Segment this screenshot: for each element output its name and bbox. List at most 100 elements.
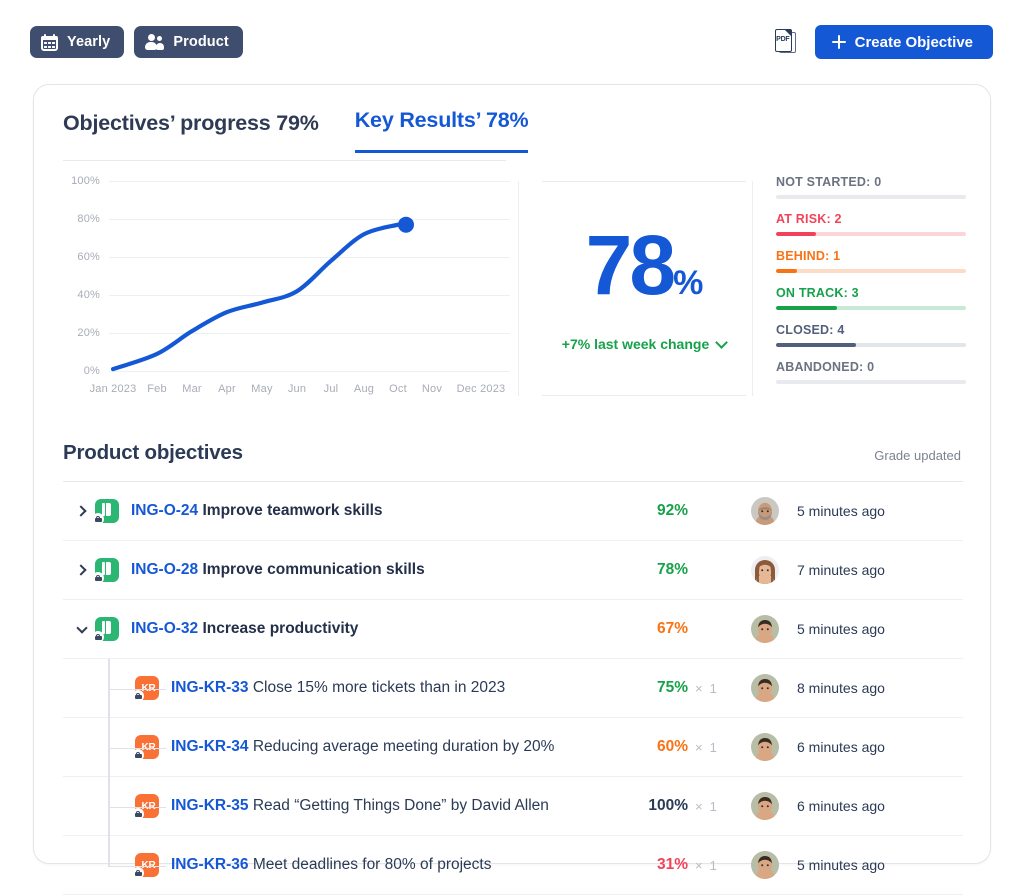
status-label: NOT STARTED: 0 — [776, 175, 882, 189]
lock-icon — [132, 749, 144, 761]
weight-value: 1 — [709, 680, 717, 696]
key-result-key[interactable]: ING-KR-35 — [171, 797, 249, 814]
avatar[interactable] — [751, 851, 779, 879]
lock-icon — [92, 572, 104, 584]
key-result-row[interactable]: KRING-KR-36 Meet deadlines for 80% of pr… — [63, 836, 963, 895]
toolbar-actions: PDF Create Objective — [774, 25, 993, 59]
objective-key[interactable]: ING-O-28 — [131, 561, 198, 578]
filter-period-button[interactable]: Yearly — [30, 26, 125, 58]
chevron-down-icon[interactable] — [69, 600, 95, 658]
lock-icon — [132, 808, 144, 820]
avatar[interactable] — [751, 792, 779, 820]
key-result-key[interactable]: ING-KR-34 — [171, 738, 249, 755]
avatar[interactable] — [751, 497, 779, 525]
status-label: AT RISK: 2 — [776, 212, 842, 226]
x-tick-2: Mar — [182, 383, 202, 395]
x-tick-10: Dec 2023 — [456, 383, 506, 395]
y-tick-20: 20% — [77, 327, 100, 339]
tree-connector-branch — [108, 806, 166, 808]
chevron-right-icon[interactable] — [69, 482, 95, 540]
updated-timestamp: 5 minutes ago — [797, 503, 885, 519]
objective-text: ING-O-32 Increase productivity — [131, 620, 358, 638]
objective-text: ING-O-28 Improve communication skills — [131, 561, 425, 579]
key-result-identity: KRING-KR-36 Meet deadlines for 80% of pr… — [132, 853, 492, 879]
status-row: ABANDONED: 0 — [776, 360, 966, 384]
status-track — [776, 195, 966, 199]
key-result-row[interactable]: KRING-KR-34 Reducing average meeting dur… — [63, 718, 963, 777]
filter-team-button[interactable]: Product — [134, 26, 243, 58]
kpi-change-label: +7% last week change — [561, 336, 710, 352]
avatar[interactable] — [751, 556, 779, 584]
filter-period-label: Yearly — [67, 34, 111, 51]
key-result-title: Meet deadlines for 80% of projects — [252, 856, 492, 873]
kpi-change[interactable]: +7% last week change — [542, 336, 746, 352]
create-objective-label: Create Objective — [854, 33, 973, 51]
objective-title: Improve communication skills — [202, 561, 425, 578]
x-tick-3: Apr — [218, 383, 236, 395]
progress-percent: 75% — [656, 679, 688, 696]
key-result-identity: KRING-KR-35 Read “Getting Things Done” b… — [132, 794, 549, 820]
objective-icon — [92, 617, 119, 643]
objective-icon — [92, 499, 119, 525]
kpi-number: 78 — [585, 218, 676, 312]
progress-percent: 31% — [656, 856, 688, 873]
key-result-text: ING-KR-34 Reducing average meeting durat… — [171, 738, 554, 756]
objective-row[interactable]: ING-O-28 Improve communication skills 78%… — [63, 541, 963, 600]
lock-icon — [92, 631, 104, 643]
kpi-divider-left — [518, 181, 519, 396]
objective-icon — [92, 558, 119, 584]
key-result-key[interactable]: ING-KR-36 — [171, 856, 249, 873]
weight-value: 1 — [709, 798, 717, 814]
tab-key-results[interactable]: Key Results’ 78% — [354, 108, 529, 153]
status-track — [776, 232, 966, 236]
tree-connector-branch — [108, 747, 166, 749]
chart-plot-area: 100% 80% 60% 40% 20% 0% Jan 2023 Feb Mar… — [71, 175, 510, 395]
key-result-key[interactable]: ING-KR-33 — [171, 679, 249, 696]
weight-indicator: × 1 — [695, 680, 717, 696]
key-result-title: Read “Getting Things Done” by David Alle… — [252, 797, 549, 814]
key-result-text: ING-KR-35 Read “Getting Things Done” by … — [171, 797, 549, 815]
updated-timestamp: 5 minutes ago — [797, 621, 885, 637]
x-tick-4: May — [251, 383, 273, 395]
objective-key[interactable]: ING-O-24 — [131, 502, 198, 519]
key-result-text: ING-KR-36 Meet deadlines for 80% of proj… — [171, 856, 492, 874]
status-row: NOT STARTED: 0 — [776, 175, 966, 199]
top-toolbar: Yearly Product PDF Create Objective — [0, 0, 1024, 84]
progress-percent: 78% — [656, 561, 688, 578]
status-row: ON TRACK: 3 — [776, 286, 966, 310]
page-title: Product objectives — [63, 441, 243, 464]
objective-row[interactable]: ING-O-32 Increase productivity 67% 5 minut… — [63, 600, 963, 659]
objective-row[interactable]: ING-O-24 Improve teamwork skills 92% 5 min… — [63, 482, 963, 541]
status-legend: NOT STARTED: 0 AT RISK: 2 BEHIND: 1 ON TRAC… — [776, 175, 966, 384]
updated-timestamp: 6 minutes ago — [797, 798, 885, 814]
updated-timestamp: 6 minutes ago — [797, 739, 885, 755]
create-objective-button[interactable]: Create Objective — [814, 25, 993, 59]
progress-percent: 100% — [648, 797, 688, 814]
status-label: CLOSED: 4 — [776, 323, 845, 337]
key-result-row[interactable]: KRING-KR-35 Read “Getting Things Done” b… — [63, 777, 963, 836]
objective-title: Increase productivity — [202, 620, 359, 637]
y-tick-100: 100% — [71, 175, 100, 187]
tree-connector-branch — [108, 688, 166, 690]
export-pdf-button[interactable]: PDF — [774, 28, 797, 55]
y-tick-80: 80% — [77, 213, 100, 225]
objective-text: ING-O-24 Improve teamwork skills — [131, 502, 383, 520]
key-result-identity: KRING-KR-33 Close 15% more tickets than … — [132, 676, 506, 702]
key-result-title: Close 15% more tickets than in 2023 — [252, 679, 506, 696]
key-result-row[interactable]: KRING-KR-33 Close 15% more tickets than … — [63, 659, 963, 718]
chevron-right-icon[interactable] — [69, 541, 95, 599]
chart-series-line — [110, 216, 414, 372]
status-label: ON TRACK: 3 — [776, 286, 859, 300]
avatar[interactable] — [751, 674, 779, 702]
avatar[interactable] — [751, 733, 779, 761]
objective-key[interactable]: ING-O-32 — [131, 620, 198, 637]
y-tick-60: 60% — [77, 251, 100, 263]
avatar[interactable] — [751, 615, 779, 643]
x-tick-9: Nov — [421, 383, 443, 395]
tab-objectives-progress[interactable]: Objectives’ progress 79% — [63, 111, 319, 153]
status-track — [776, 380, 966, 384]
x-tick-1: Feb — [147, 383, 167, 395]
status-fill — [776, 232, 816, 236]
status-label: BEHIND: 1 — [776, 249, 841, 263]
progress-percent: 60% — [656, 738, 688, 755]
